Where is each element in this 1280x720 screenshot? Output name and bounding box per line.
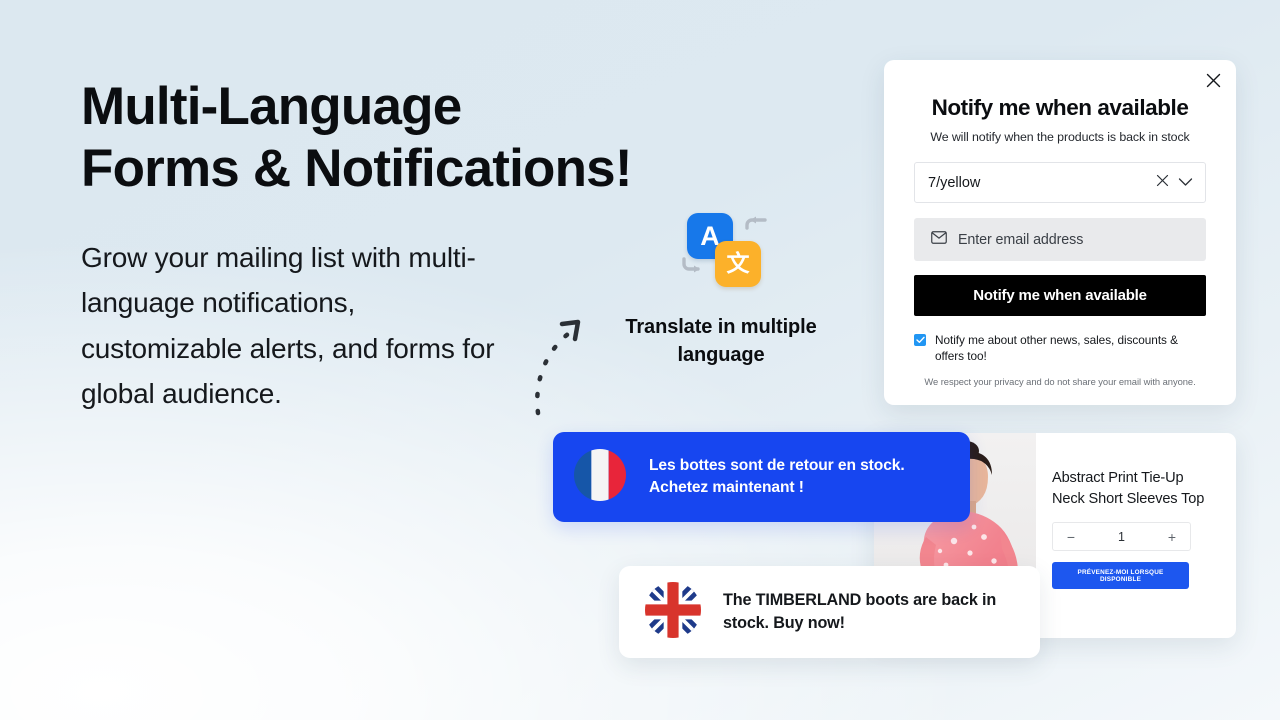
variant-select-value: 7/yellow [928, 174, 981, 191]
flag-france-icon [574, 448, 626, 506]
product-title: Abstract Print Tie-Up Neck Short Sleeves… [1052, 470, 1205, 507]
notification-english-line-2: stock. Buy now! [723, 614, 845, 632]
hero-subtitle: Grow your mailing list with multi-langua… [81, 242, 495, 410]
product-notify-button[interactable]: PRÉVENEZ-MOI LORSQUE DISPONIBLE [1052, 562, 1189, 590]
translate-caption-line-1: Translate in multiple [625, 316, 817, 338]
consent-row[interactable]: Notify me about other news, sales, disco… [914, 332, 1206, 364]
consent-checkbox[interactable] [914, 334, 926, 346]
email-placeholder: Enter email address [958, 231, 1084, 248]
curved-arrow-right-icon [681, 256, 707, 281]
chevron-down-icon[interactable] [1178, 174, 1193, 192]
notify-submit-button[interactable]: Notify me when available [914, 275, 1206, 316]
notification-french-line-1: Les bottes sont de retour en stock. [649, 456, 905, 474]
email-field[interactable]: Enter email address [914, 218, 1206, 261]
product-info: Abstract Print Tie-Up Neck Short Sleeves… [1036, 433, 1236, 638]
close-icon[interactable] [1203, 70, 1223, 90]
notification-text-english: The TIMBERLAND boots are back in stock. … [723, 589, 996, 636]
clear-icon[interactable] [1156, 174, 1169, 192]
curved-arrow-left-icon [742, 216, 768, 241]
translate-badge: A 文 Translate in multiple language [602, 208, 840, 369]
variant-select[interactable]: 7/yellow [914, 162, 1206, 203]
quantity-decrease-button[interactable]: − [1053, 528, 1089, 546]
notification-french-line-2: Achetez maintenant ! [649, 479, 804, 496]
privacy-note: We respect your privacy and do not share… [924, 376, 1196, 388]
translate-icon: A 文 [673, 208, 769, 298]
page-title: Multi-Language Forms & Notifications! [81, 76, 701, 200]
notification-card-french: Les bottes sont de retour en stock. Ache… [553, 432, 970, 522]
modal-subtitle: We will notify when the products is back… [930, 130, 1190, 144]
translate-caption-line-2: language [677, 343, 765, 366]
quantity-increase-button[interactable]: + [1154, 528, 1190, 546]
page-title-line-2: Forms & Notifications! [81, 139, 633, 198]
flag-united-kingdom-icon [645, 581, 701, 643]
consent-label: Notify me about other news, sales, disco… [935, 333, 1178, 364]
page-title-line-1: Multi-Language [81, 77, 462, 136]
check-icon [915, 336, 925, 343]
dashed-arrow-icon [518, 308, 598, 418]
notify-modal: Notify me when available We will notify … [884, 60, 1236, 406]
notification-card-english: The TIMBERLAND boots are back in stock. … [619, 566, 1040, 658]
envelope-icon [931, 230, 947, 249]
hero-banner: Multi-Language Forms & Notifications! Gr… [0, 0, 1280, 720]
notification-text-french: Les bottes sont de retour en stock. Ache… [649, 455, 905, 500]
modal-title: Notify me when available [931, 95, 1189, 120]
quantity-stepper: − 1 + [1052, 522, 1191, 552]
translate-caption: Translate in multiple language [602, 298, 840, 369]
notification-english-line-1: The TIMBERLAND boots are back in [723, 590, 997, 609]
translate-cjk-glyph: 文 [726, 250, 750, 277]
quantity-value: 1 [1118, 529, 1125, 544]
translate-cjk-tile: 文 [715, 241, 761, 287]
